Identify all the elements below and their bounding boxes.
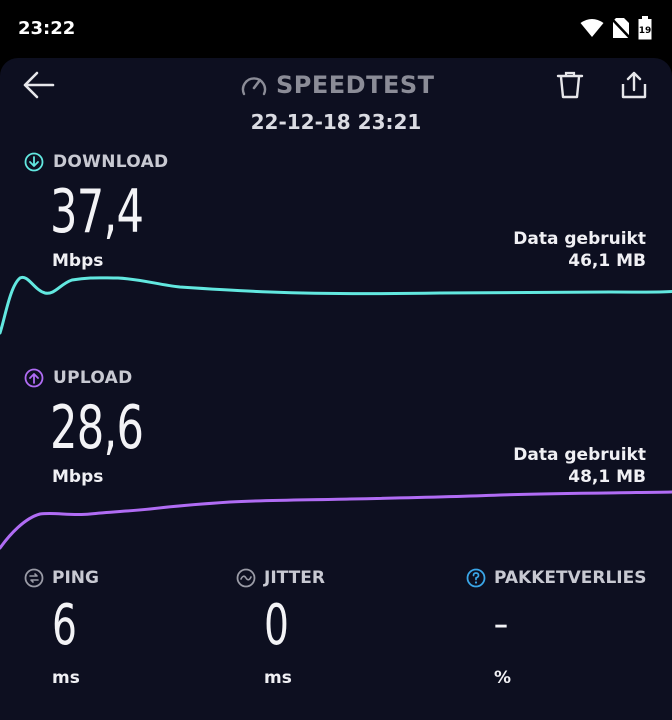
app-title-text: SPEEDTEST [276,71,435,99]
app-title: SPEEDTEST [240,71,435,99]
download-arrow-icon [24,152,44,172]
jitter-label-text: JITTER [264,568,325,588]
download-data-used: Data gebruikt 46,1 MB [513,228,646,272]
upload-speed-value: 28,6 [50,393,144,463]
jitter-label: JITTER [236,568,325,588]
back-button[interactable] [22,70,56,100]
download-speed-line [0,275,672,335]
share-icon [621,71,647,99]
packet-loss-unit: % [494,668,512,688]
upload-speed-line [0,490,672,550]
share-button[interactable] [620,70,648,100]
ping-icon [24,568,44,588]
test-datetime: 22-12-18 23:21 [250,110,422,134]
upload-label-text: UPLOAD [53,368,133,388]
ping-label: PING [24,568,99,588]
ping-value: 6 [52,593,77,658]
help-icon[interactable] [466,568,486,588]
download-label: DOWNLOAD [24,152,168,172]
battery-icon: 19 [638,16,652,40]
upload-data-used-label: Data gebruikt [513,445,646,465]
packet-loss-value: – [494,601,508,647]
battery-level: 19 [639,26,652,36]
download-data-used-label: Data gebruikt [513,229,646,249]
status-icons: 19 [580,16,652,40]
download-speed-value: 37,4 [50,177,144,247]
download-speed-graph [0,275,672,335]
upload-label: UPLOAD [24,368,133,388]
jitter-value: 0 [264,593,289,658]
download-label-text: DOWNLOAD [53,152,169,172]
speedometer-icon [241,77,267,96]
wifi-icon [580,19,604,37]
results-panel: SPEEDTEST 22-12-18 23:21 DOWNLOAD 37,4 M… [0,58,672,720]
packet-loss-label[interactable]: PAKKETVERLIES [466,568,647,588]
trash-icon [556,71,584,99]
status-time: 23:22 [18,18,76,39]
upload-arrow-icon [24,368,44,388]
packet-loss-label-text: PAKKETVERLIES [494,568,647,588]
jitter-icon [236,568,256,588]
jitter-unit: ms [264,668,292,688]
ping-label-text: PING [52,568,99,588]
back-arrow-icon [23,71,55,99]
status-bar: 23:22 19 [0,0,672,58]
ping-unit: ms [52,668,80,688]
upload-speed-graph [0,490,672,550]
no-sim-icon [612,18,630,39]
delete-button[interactable] [556,70,584,100]
